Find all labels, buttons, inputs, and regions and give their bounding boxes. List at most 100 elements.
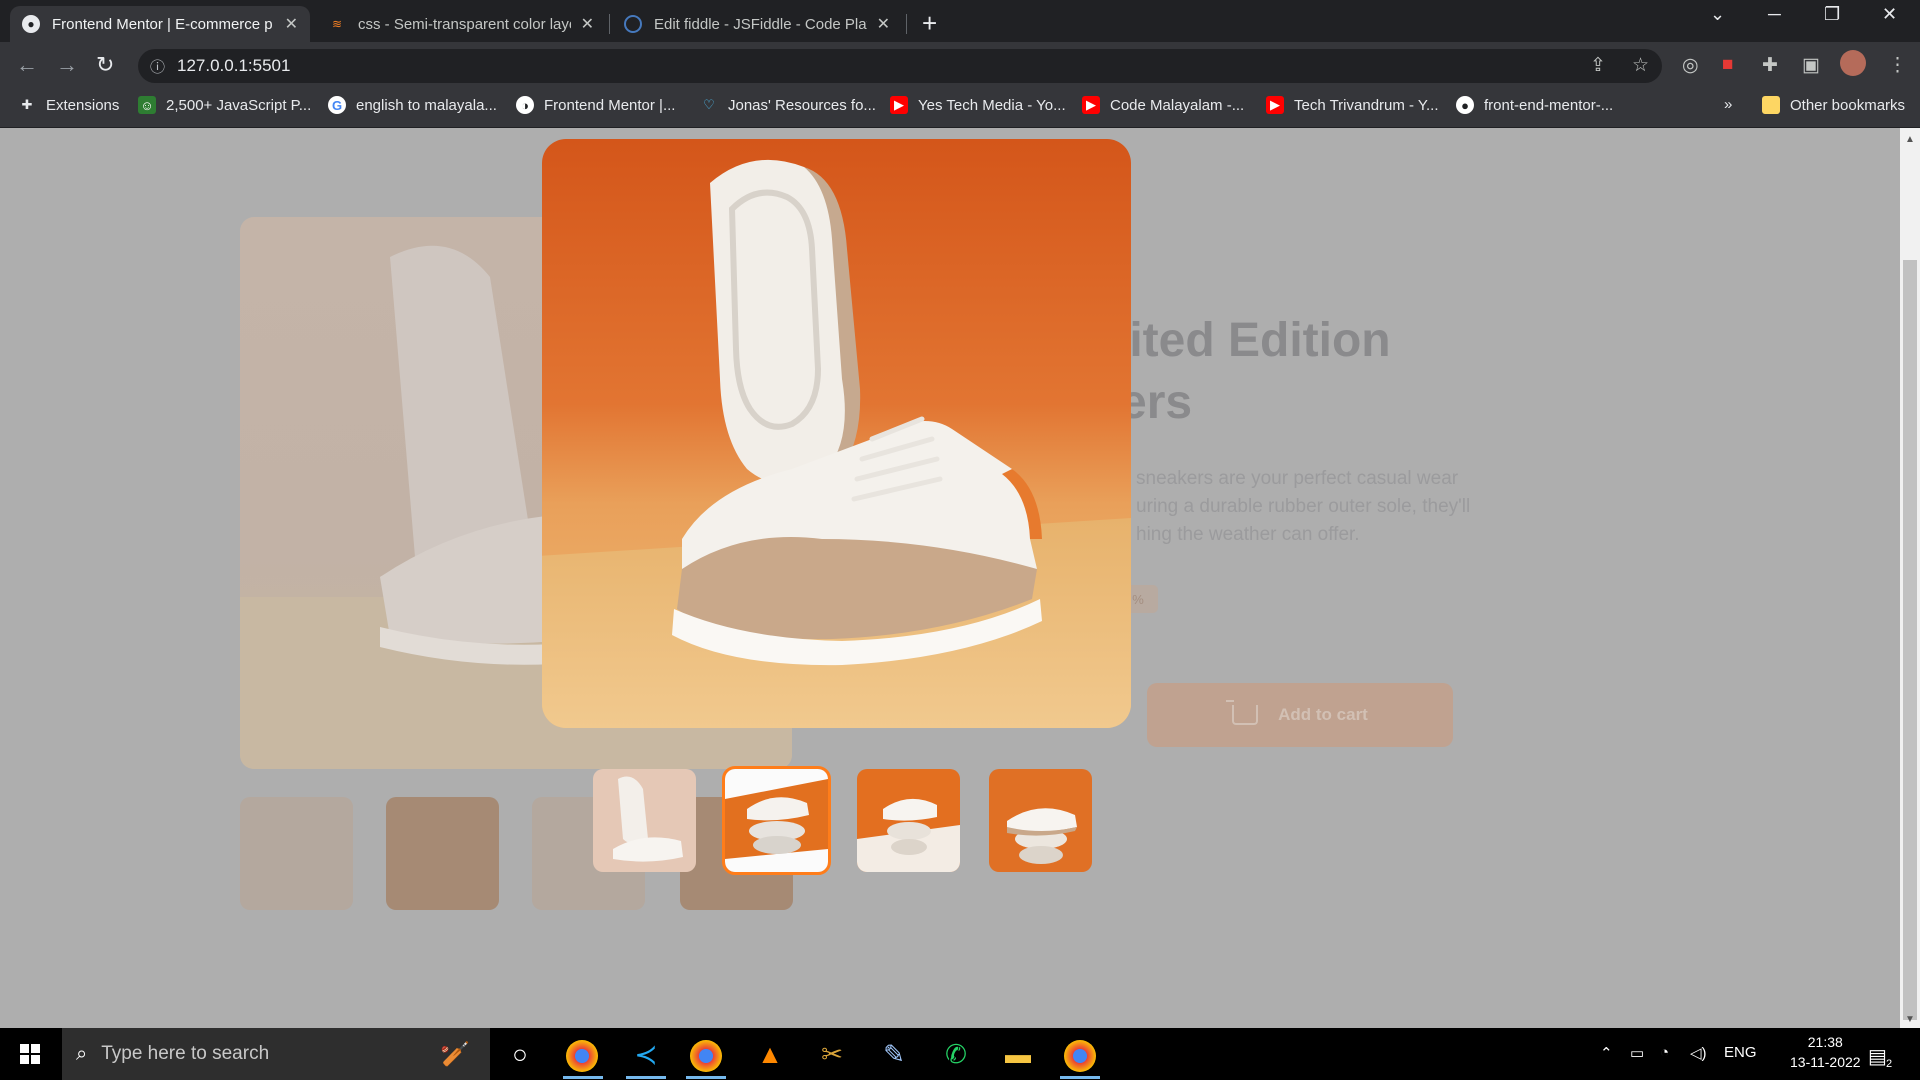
thumbnail-image-2 <box>725 769 828 872</box>
reload-icon[interactable]: ↻ <box>96 52 114 78</box>
taskbar-search-box[interactable]: ⌕ Type here to search 🏏 <box>62 1028 490 1080</box>
task-view-icon[interactable]: ○ <box>502 1036 538 1072</box>
new-tab-icon[interactable]: + <box>922 8 937 39</box>
bookmark-label: Other bookmarks <box>1790 96 1906 114</box>
notification-count-badge: 2 <box>1886 1058 1893 1070</box>
bookmark-front-end-mentor-github[interactable]: ● front-end-mentor-... <box>1456 96 1613 114</box>
chrome-icon[interactable] <box>566 1040 598 1072</box>
side-panel-icon[interactable]: ▣ <box>1802 54 1820 77</box>
tab-search-icon[interactable]: ⌄ <box>1710 4 1725 25</box>
bookmark-extensions[interactable]: ✚ Extensions <box>18 96 120 114</box>
site-info-icon[interactable]: ⓘ <box>150 56 165 77</box>
address-bar[interactable] <box>138 49 1662 83</box>
notification-center-icon[interactable]: ▤ <box>1868 1044 1887 1069</box>
restore-icon[interactable]: ❐ <box>1824 4 1840 25</box>
minimize-icon[interactable]: ─ <box>1768 4 1781 25</box>
frontend-mentor-favicon-icon: ● <box>22 15 40 33</box>
jsfiddle-favicon-icon <box>624 15 642 33</box>
network-icon[interactable]: ◔ <box>1660 1044 1669 1061</box>
cricket-search-highlight-icon: 🏏 <box>440 1040 470 1068</box>
file-explorer-icon[interactable]: ▬ <box>1000 1036 1036 1072</box>
close-tab-icon[interactable]: ✕ <box>877 14 890 34</box>
scrollbar-thumb[interactable] <box>1903 260 1917 1020</box>
forward-icon[interactable]: → <box>56 52 78 78</box>
profile-avatar[interactable] <box>1840 50 1866 76</box>
tab-title: css - Semi-transparent color laye <box>358 15 571 33</box>
lightbox-main-image[interactable] <box>542 139 1131 728</box>
paint-icon[interactable]: ✎ <box>876 1036 912 1072</box>
snip-tool-icon[interactable]: ✂ <box>814 1036 850 1072</box>
bookmark-label: 2,500+ JavaScript P... <box>166 96 312 114</box>
product-thumbnail-1[interactable] <box>240 797 353 910</box>
tab-separator <box>906 14 907 34</box>
stackoverflow-favicon-icon: ≋ <box>331 17 343 31</box>
close-tab-icon[interactable]: ✕ <box>581 14 594 34</box>
product-thumbnail-2[interactable] <box>386 797 499 910</box>
chrome-window-icon[interactable] <box>1064 1040 1096 1072</box>
bookmark-label: Frontend Mentor |... <box>544 96 676 114</box>
app-running-indicator <box>686 1076 726 1079</box>
bookmark-code-malayalam[interactable]: ▶ Code Malayalam -... <box>1082 96 1244 114</box>
close-window-icon[interactable]: ✕ <box>1882 4 1897 25</box>
chrome-profile-icon[interactable] <box>690 1040 722 1072</box>
add-to-cart-button[interactable]: Add to cart <box>1147 683 1453 747</box>
lightbox-thumbnail-4[interactable] <box>989 769 1092 872</box>
youtube-favicon-icon: ▶ <box>1266 96 1284 114</box>
bookmark-yes-tech-media[interactable]: ▶ Yes Tech Media - Yo... <box>890 96 1066 114</box>
scroll-up-arrow-icon[interactable]: ▲ <box>1905 134 1915 145</box>
other-bookmarks[interactable]: Other bookmarks <box>1762 96 1905 114</box>
tab-title: Edit fiddle - JSFiddle - Code Play <box>654 15 867 33</box>
bookmark-jonas-resources[interactable]: ♡ Jonas' Resources fo... <box>700 96 876 114</box>
vlc-icon[interactable]: ▲ <box>752 1036 788 1072</box>
extensions-puzzle-icon[interactable]: ✚ <box>1762 54 1778 77</box>
bookmarks-overflow-chevron-icon[interactable]: » <box>1724 96 1732 113</box>
heart-favicon-icon: ♡ <box>703 97 715 112</box>
overflow-label: » <box>1724 96 1733 113</box>
youtube-favicon-icon: ▶ <box>890 96 908 114</box>
tab-frontend-mentor[interactable]: ● Frontend Mentor | E-commerce p ✕ <box>10 6 310 42</box>
extension-lock-icon[interactable]: ■ <box>1722 54 1733 76</box>
scroll-down-arrow-icon[interactable]: ▼ <box>1905 1014 1915 1025</box>
bookmark-label: front-end-mentor-... <box>1484 96 1614 114</box>
clock[interactable]: 21:38 13-11-2022 <box>1790 1034 1861 1070</box>
google-favicon-icon: G <box>328 96 346 114</box>
bookmark-label: Yes Tech Media - Yo... <box>918 96 1066 114</box>
add-to-cart-label: Add to cart <box>1278 705 1368 724</box>
url-text[interactable]: 127.0.0.1:5501 <box>177 56 290 76</box>
cart-icon <box>1226 700 1259 725</box>
bookmark-tech-trivandrum[interactable]: ▶ Tech Trivandrum - Y... <box>1266 96 1439 114</box>
search-placeholder: Type here to search <box>101 1043 270 1064</box>
lightbox-thumbnail-3[interactable] <box>857 769 960 872</box>
windows-start-icon[interactable] <box>20 1044 40 1064</box>
lightbox-thumbnail-1[interactable] <box>593 769 696 872</box>
tab-jsfiddle[interactable]: Edit fiddle - JSFiddle - Code Play ✕ <box>612 6 902 42</box>
bookmark-javascript[interactable]: ☺ 2,500+ JavaScript P... <box>138 96 311 114</box>
share-icon[interactable]: ⇪ <box>1590 54 1606 77</box>
bookmark-label: Code Malayalam -... <box>1110 96 1245 114</box>
bookmark-label: english to malayala... <box>356 96 497 114</box>
tab-separator <box>609 14 610 34</box>
sneaker-image <box>672 159 1042 666</box>
bookmark-label: Tech Trivandrum - Y... <box>1294 96 1439 114</box>
bookmark-frontend-mentor[interactable]: ◑ Frontend Mentor |... <box>516 96 675 114</box>
javascript-favicon-icon: ☺ <box>138 96 156 114</box>
frontend-mentor-favicon-icon: ◑ <box>516 96 534 114</box>
thumbnail-image-1 <box>593 769 696 872</box>
battery-icon[interactable]: ▭ <box>1630 1044 1644 1062</box>
language-indicator[interactable]: ENG <box>1724 1044 1757 1061</box>
bookmark-english-malayalam[interactable]: G english to malayala... <box>328 96 497 114</box>
bookmark-star-icon[interactable]: ☆ <box>1632 54 1649 77</box>
back-icon[interactable]: ← <box>16 52 38 78</box>
lightbox-thumbnail-2-selected[interactable] <box>722 766 831 875</box>
tab-css-semi-transparent[interactable]: ≋ css - Semi-transparent color laye ✕ <box>316 6 606 42</box>
volume-icon[interactable]: ◁) <box>1690 1044 1707 1062</box>
menu-kebab-icon[interactable]: ⋮ <box>1888 54 1907 77</box>
whatsapp-icon[interactable]: ✆ <box>938 1036 974 1072</box>
bookmark-label: Jonas' Resources fo... <box>728 96 876 114</box>
show-hidden-icons-chevron-icon[interactable]: ⌃ <box>1600 1044 1613 1062</box>
vscode-icon[interactable]: ≺ <box>628 1036 664 1072</box>
extension-glasses-icon[interactable]: ◎ <box>1682 54 1699 77</box>
close-tab-icon[interactable]: ✕ <box>285 14 298 34</box>
clock-time: 21:38 <box>1807 1034 1843 1050</box>
clock-date: 13-11-2022 <box>1790 1054 1861 1070</box>
